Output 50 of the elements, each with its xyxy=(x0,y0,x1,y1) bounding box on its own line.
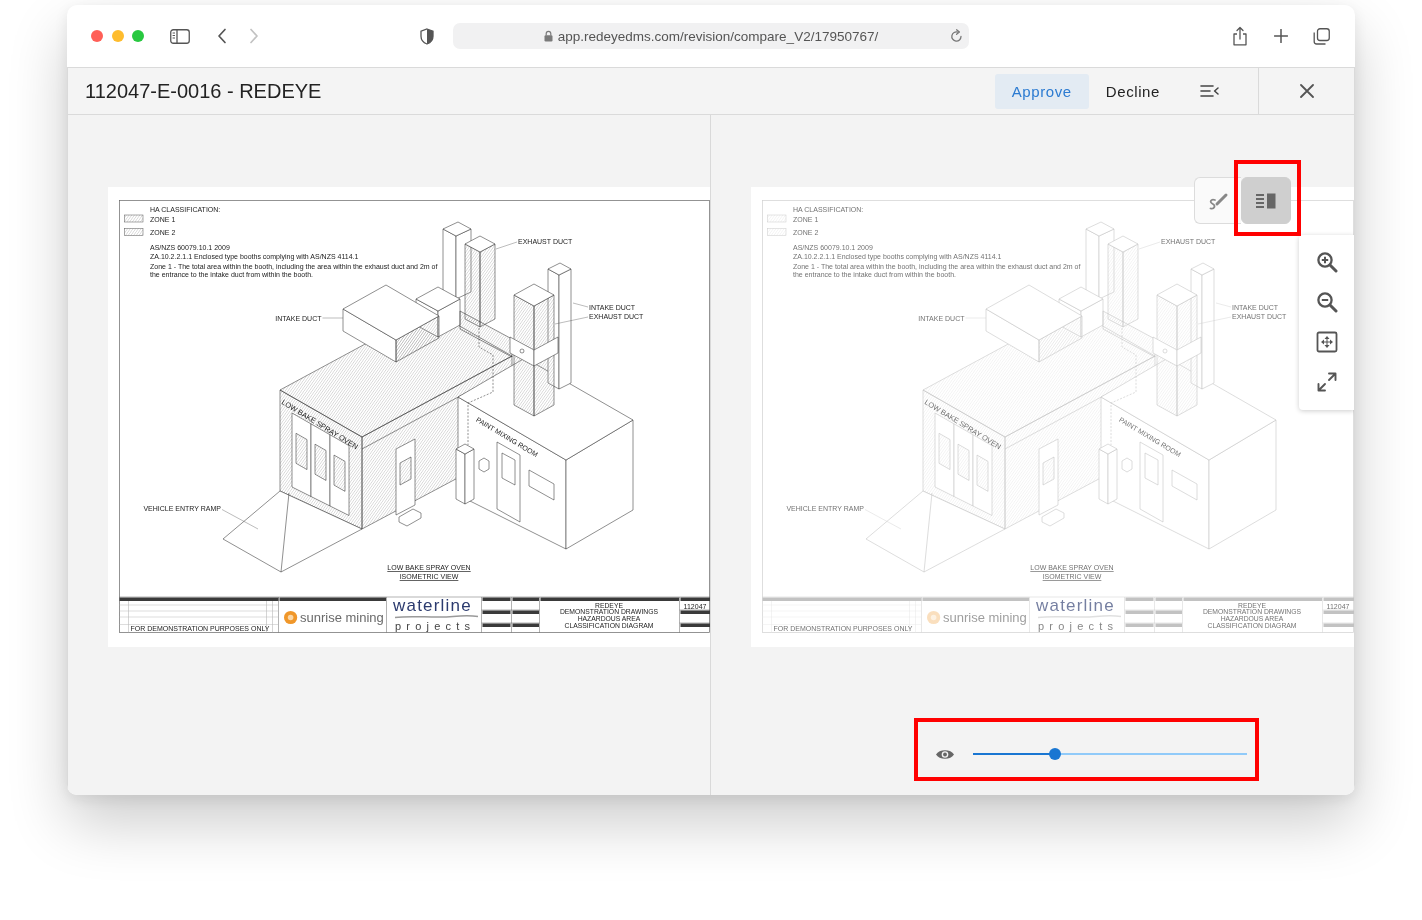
share-icon[interactable] xyxy=(1232,26,1248,46)
document-title: 112047-E-0016 - REDEYE xyxy=(85,79,322,103)
lock-icon xyxy=(543,30,553,42)
zoom-in-icon[interactable] xyxy=(1315,251,1338,273)
client-logo-text: sunrise mining xyxy=(943,609,1027,625)
sun-logo-icon xyxy=(927,610,941,625)
title-block-label-bar xyxy=(680,623,710,627)
firm-logo-subtext: projects xyxy=(395,619,476,632)
leader-line xyxy=(572,302,589,308)
hatch-swatch-icon xyxy=(767,228,787,236)
address-bar[interactable]: app.redeyedms.com/revision/compare_V2/17950767/ xyxy=(453,23,969,49)
close-window-button[interactable] xyxy=(91,30,103,42)
hatch-swatch-icon xyxy=(767,214,787,223)
back-icon[interactable] xyxy=(217,28,227,44)
leader-line xyxy=(864,509,902,530)
leader-line xyxy=(221,509,259,530)
decline-button[interactable]: Decline xyxy=(1088,73,1177,109)
firm-logo-text: waterline xyxy=(393,596,472,615)
close-icon[interactable] xyxy=(1299,84,1314,98)
hatch-swatch-icon xyxy=(124,228,144,236)
approve-button[interactable]: Approve xyxy=(994,73,1089,109)
zoom-out-icon[interactable] xyxy=(1315,291,1338,313)
client-logo-text: sunrise mining xyxy=(300,609,384,625)
firm-logo-text: waterline xyxy=(1036,596,1115,615)
title-block-label-bar xyxy=(680,610,710,614)
firm-logo-subtext: projects xyxy=(1038,619,1119,632)
reload-icon[interactable] xyxy=(950,29,963,43)
fit-to-screen-icon[interactable] xyxy=(1315,331,1338,353)
url-text: app.redeyedms.com/revision/compare_V2/17950767/ xyxy=(557,28,879,44)
tabs-icon[interactable] xyxy=(1313,27,1330,45)
shield-icon[interactable] xyxy=(420,27,434,45)
leader-line xyxy=(1197,316,1232,325)
slider-thumb[interactable] xyxy=(1049,748,1062,760)
title-block-label-bar xyxy=(1323,610,1354,614)
leader-line xyxy=(554,316,589,325)
swoosh-icon xyxy=(394,615,479,619)
eye-icon xyxy=(935,747,955,761)
leader-line xyxy=(1138,241,1161,250)
list-collapse-icon[interactable] xyxy=(1200,84,1219,98)
expand-icon[interactable] xyxy=(1315,371,1338,393)
sun-logo-icon xyxy=(284,610,298,625)
leader-line xyxy=(495,241,518,250)
sidebar-icon[interactable] xyxy=(170,28,190,44)
split-view-icon xyxy=(1256,192,1276,209)
leader-line xyxy=(322,317,344,319)
hatch-swatch-icon xyxy=(124,214,144,223)
markup-button[interactable] xyxy=(1194,177,1241,224)
title-block-label-bar xyxy=(1323,623,1354,627)
plus-icon[interactable] xyxy=(1274,29,1288,43)
compare-view-button[interactable] xyxy=(1241,177,1291,224)
